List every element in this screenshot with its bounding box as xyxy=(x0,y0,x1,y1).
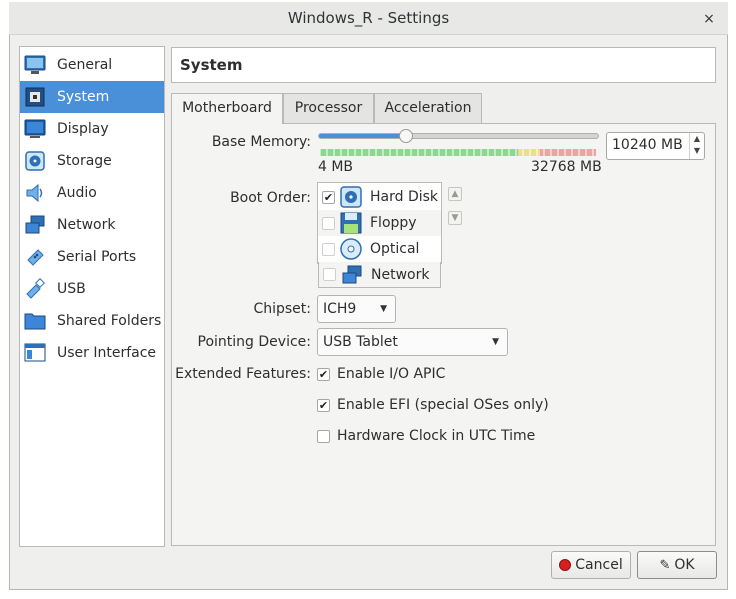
sidebar-item-user-interface[interactable]: User Interface xyxy=(20,337,164,369)
sidebar-item-network[interactable]: Network xyxy=(20,209,164,241)
sidebar-item-audio[interactable]: Audio xyxy=(20,177,164,209)
chipset-select[interactable]: ICH9 ▼ xyxy=(317,295,396,323)
checkbox[interactable]: ✔ xyxy=(317,367,330,381)
sidebar-item-label: USB xyxy=(57,281,86,297)
base-memory-slider[interactable] xyxy=(318,133,599,139)
sidebar-item-label: Network xyxy=(57,217,116,233)
sidebar-item-label: General xyxy=(57,57,113,73)
enable-io-apic-checkbox[interactable]: ✔ Enable I/O APIC xyxy=(317,366,445,382)
sidebar-item-general[interactable]: General xyxy=(20,49,164,81)
check-pen-icon: ✎ xyxy=(659,557,671,573)
sidebar-item-label: System xyxy=(57,89,110,105)
base-memory-spinbox[interactable]: 10240 MB ▲ ▼ xyxy=(606,132,705,160)
boot-order-label: Boot Order: xyxy=(230,190,311,206)
sidebar-item-display[interactable]: Display xyxy=(20,113,164,145)
sidebar-item-label: Display xyxy=(57,121,109,137)
boot-item-optical[interactable]: Optical xyxy=(318,236,441,262)
display-icon xyxy=(22,116,48,142)
folder-icon xyxy=(22,308,48,334)
floppy-icon xyxy=(340,212,362,234)
base-memory-label: Base Memory: xyxy=(211,134,311,150)
window-layout-icon xyxy=(22,340,48,366)
hardware-clock-utc-checkbox[interactable]: Hardware Clock in UTC Time xyxy=(317,428,535,444)
tab-processor[interactable]: Processor xyxy=(283,93,374,123)
cancel-button[interactable]: Cancel xyxy=(551,551,631,579)
tab-acceleration[interactable]: Acceleration xyxy=(374,93,482,123)
boot-checkbox[interactable] xyxy=(322,216,335,230)
monitor-icon xyxy=(22,52,48,78)
chevron-down-icon: ▼ xyxy=(380,304,387,314)
network-icon xyxy=(341,264,363,286)
memory-scale xyxy=(319,144,596,156)
optical-disc-icon xyxy=(340,238,362,260)
close-icon[interactable]: × xyxy=(698,8,720,30)
tab-motherboard[interactable]: Motherboard xyxy=(171,93,283,124)
pointing-device-label: Pointing Device: xyxy=(197,334,311,350)
sidebar-item-label: Serial Ports xyxy=(57,249,137,265)
spin-arrows[interactable]: ▲ ▼ xyxy=(689,133,704,159)
sidebar-item-label: Storage xyxy=(57,153,112,169)
window-title: Windows_R - Settings xyxy=(287,9,450,27)
boot-checkbox[interactable] xyxy=(322,242,335,256)
usb-icon xyxy=(22,276,48,302)
extended-features-label: Extended Features: xyxy=(175,366,311,382)
boot-checkbox[interactable] xyxy=(323,268,336,281)
boot-item-network[interactable]: Network xyxy=(318,262,441,288)
settings-sidebar: General System Display Storage Audio Net… xyxy=(19,46,165,547)
memory-min-label: 4 MB xyxy=(318,159,354,175)
title-bar[interactable]: Windows_R - Settings × xyxy=(9,2,728,35)
sidebar-item-usb[interactable]: USB xyxy=(20,273,164,305)
enable-efi-checkbox[interactable]: ✔ Enable EFI (special OSes only) xyxy=(317,397,549,413)
cancel-icon xyxy=(559,559,572,571)
chevron-down-icon: ▼ xyxy=(492,337,499,347)
boot-order-list[interactable]: ✔ Hard Disk Floppy Optical xyxy=(317,182,442,264)
ok-button[interactable]: ✎ OK xyxy=(637,551,717,579)
sidebar-item-serial-ports[interactable]: Serial Ports xyxy=(20,241,164,273)
network-icon xyxy=(22,212,48,238)
motherboard-chip-icon xyxy=(22,84,48,110)
boot-item-hard-disk[interactable]: ✔ Hard Disk xyxy=(318,184,441,210)
sidebar-item-shared-folders[interactable]: Shared Folders xyxy=(20,305,164,337)
hard-disk-icon xyxy=(340,186,362,208)
checkbox[interactable] xyxy=(317,429,330,443)
spin-up-icon[interactable]: ▲ xyxy=(690,133,704,145)
boot-checkbox[interactable]: ✔ xyxy=(322,190,335,204)
base-memory-value: 10240 MB xyxy=(612,137,683,153)
speaker-icon xyxy=(22,180,48,206)
serial-port-icon xyxy=(22,244,48,270)
chipset-label: Chipset: xyxy=(253,301,311,317)
move-down-icon[interactable]: ▼ xyxy=(448,211,462,225)
sidebar-item-system[interactable]: System xyxy=(20,81,164,113)
slider-handle[interactable] xyxy=(398,129,413,143)
sidebar-item-label: Shared Folders xyxy=(57,313,162,329)
sidebar-item-storage[interactable]: Storage xyxy=(20,145,164,177)
slider-fill xyxy=(319,134,407,138)
pointing-device-select[interactable]: USB Tablet ▼ xyxy=(317,328,508,356)
sidebar-item-label: User Interface xyxy=(57,345,157,361)
move-up-icon[interactable]: ▲ xyxy=(448,187,462,201)
spin-down-icon[interactable]: ▼ xyxy=(690,145,704,157)
checkbox[interactable]: ✔ xyxy=(317,398,330,412)
memory-max-label: 32768 MB xyxy=(531,159,602,175)
boot-item-floppy[interactable]: Floppy xyxy=(318,210,441,236)
section-title: System xyxy=(171,47,716,83)
sidebar-item-label: Audio xyxy=(57,185,97,201)
disk-icon xyxy=(22,148,48,174)
